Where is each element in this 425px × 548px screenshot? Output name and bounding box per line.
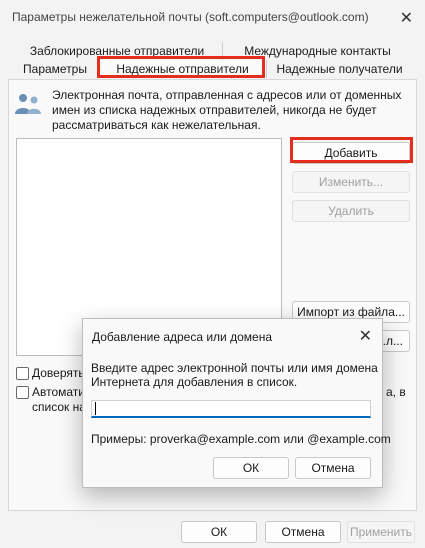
auto-add-checkbox[interactable] xyxy=(16,386,29,399)
add-address-dialog: Добавление адреса или домена ✕ Введите а… xyxy=(82,318,391,488)
auto-add-label-line2: список на xyxy=(32,400,86,414)
auto-add-label-right: а, в xyxy=(386,385,406,399)
tab-safe-senders[interactable]: Надежные отправители xyxy=(98,60,266,78)
tab-safe-recipients[interactable]: Надежные получатели xyxy=(266,60,412,78)
info-text: Электронная почта, отправленная с адресо… xyxy=(52,88,402,132)
tab-blocked-senders[interactable]: Заблокированные отправители xyxy=(12,42,222,60)
edit-button[interactable]: Изменить... xyxy=(292,171,410,193)
title-bar: Параметры нежелательной почты (soft.comp… xyxy=(0,0,425,34)
tab-options[interactable]: Параметры xyxy=(12,60,98,78)
close-icon[interactable]: ✕ xyxy=(359,326,372,346)
text-caret xyxy=(95,402,96,415)
window-title: Параметры нежелательной почты (soft.comp… xyxy=(12,10,369,24)
address-input[interactable] xyxy=(91,400,371,418)
cancel-button[interactable]: Отмена xyxy=(265,521,341,543)
people-icon xyxy=(15,94,41,114)
trust-contacts-checkbox[interactable] xyxy=(16,367,29,380)
auto-add-label: Автомати xyxy=(32,385,86,399)
dialog-examples: Примеры: proverka@example.com или @examp… xyxy=(91,432,391,446)
tab-international[interactable]: Международные контакты xyxy=(222,42,412,60)
add-button[interactable]: Добавить xyxy=(292,142,410,164)
dialog-title: Добавление адреса или домена xyxy=(92,330,272,344)
dialog-ok-button[interactable]: ОК xyxy=(213,457,289,479)
ok-button[interactable]: ОК xyxy=(181,521,257,543)
apply-button[interactable]: Применить xyxy=(347,521,415,543)
close-icon[interactable]: ✕ xyxy=(400,8,413,28)
remove-button[interactable]: Удалить xyxy=(292,200,410,222)
dialog-cancel-button[interactable]: Отмена xyxy=(295,457,371,479)
trust-contacts-label: Доверять xyxy=(32,366,85,380)
dialog-prompt: Введите адрес электронной почты или имя … xyxy=(91,361,378,389)
